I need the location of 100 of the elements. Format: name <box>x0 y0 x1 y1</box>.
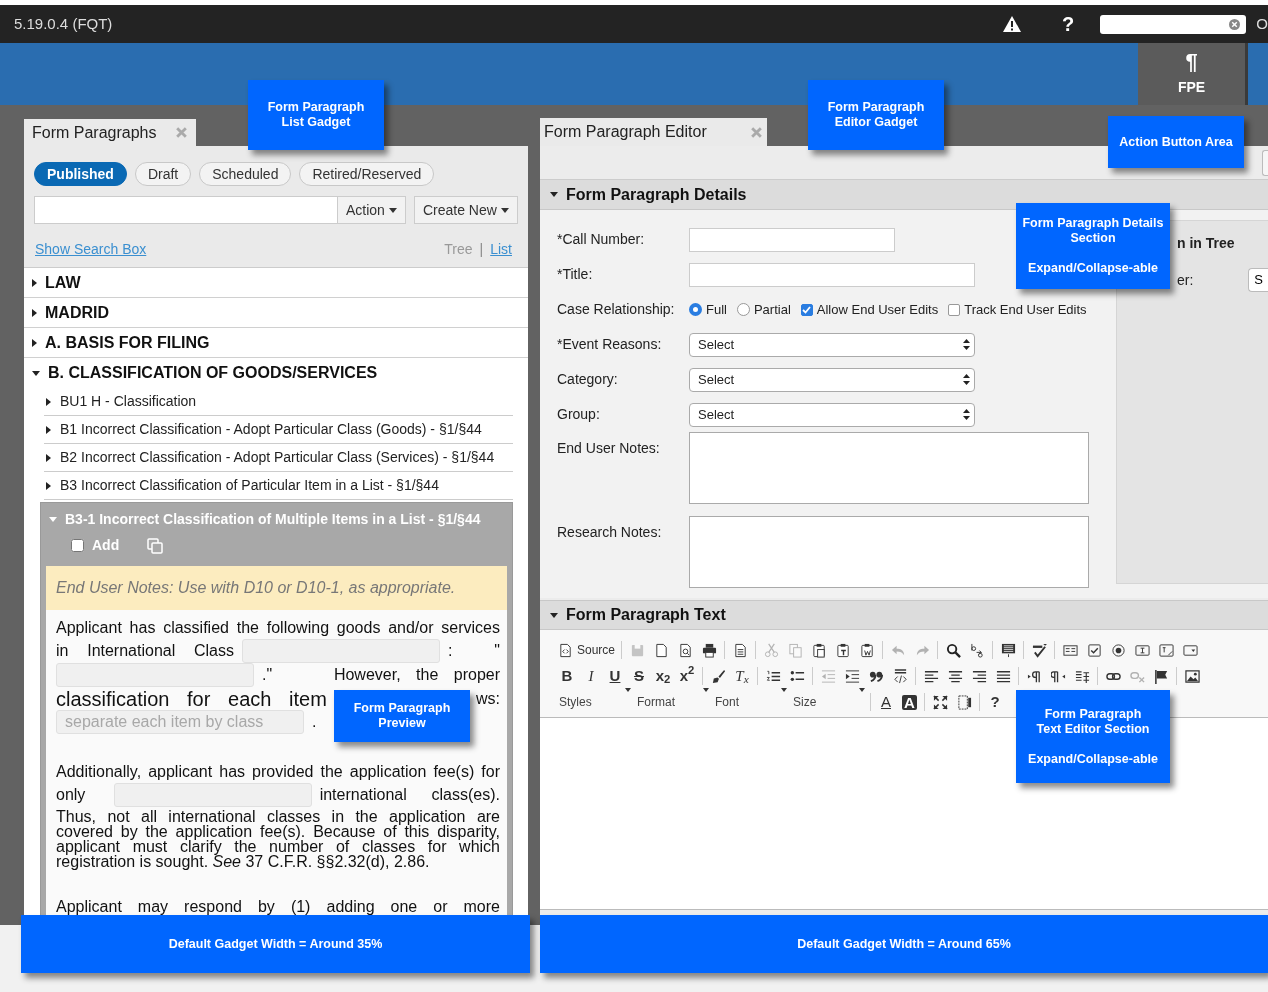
filter-tab[interactable]: Scheduled <box>199 162 292 186</box>
expand-arrow[interactable] <box>32 278 37 287</box>
field-label: *Event Reasons: <box>557 335 663 354</box>
input-field[interactable] <box>689 262 975 287</box>
paragraph-rtl-icon <box>1050 668 1066 684</box>
paragraph-item[interactable]: B3 Incorrect Classification of Particular Item in a List - §1/§44 <box>60 475 439 496</box>
field-label: er: <box>1177 270 1194 290</box>
print-icon <box>701 642 717 658</box>
help-button[interactable]: ? <box>983 691 1007 713</box>
search-field[interactable] <box>34 196 338 224</box>
expand-arrow[interactable] <box>46 425 51 434</box>
gadget-tab[interactable]: Form Paragraph Editor <box>540 118 767 146</box>
category-label[interactable]: MADRID <box>45 300 109 325</box>
toolbar-button[interactable]: T$_{x}$ <box>730 665 754 687</box>
filter-tab[interactable]: Published <box>34 162 127 186</box>
callout-label: Form Paragraph List Gadget <box>248 80 384 150</box>
expand-arrow[interactable] <box>46 453 51 462</box>
category-label[interactable]: B. CLASSIFICATION OF GOODS/SERVICES <box>48 361 378 385</box>
toolbar-button[interactable]: U <box>603 665 627 687</box>
radio-button[interactable] <box>689 303 702 316</box>
format-dropdown[interactable]: Format <box>633 691 711 713</box>
fill-in-field[interactable]: separate each item by class <box>56 710 304 734</box>
callout-label: Action Button Area <box>1108 116 1244 168</box>
input-field[interactable] <box>689 227 895 252</box>
format-dropdown[interactable]: Font <box>711 691 789 713</box>
bulleted-list-icon <box>789 668 805 684</box>
paragraph-item[interactable]: B1 Incorrect Classification - Adopt Particular Class (Goods) - §1/§44 <box>60 419 482 440</box>
category-label[interactable]: A. BASIS FOR FILING <box>45 330 210 355</box>
format-dropdown[interactable]: Styles <box>555 691 633 713</box>
paragraph-text: ." However, the proper <box>262 667 500 683</box>
ribbon-button[interactable]: ¶ FPE <box>1138 43 1248 105</box>
select-field[interactable]: Select <box>689 367 975 392</box>
checkbox[interactable] <box>800 303 813 316</box>
paragraph-text: : " <box>448 643 500 659</box>
field-label: Research Notes: <box>557 523 663 542</box>
radio-button[interactable] <box>736 303 750 316</box>
source-button[interactable]: Source <box>555 639 619 661</box>
updown-icon <box>963 374 970 385</box>
fill-in-field[interactable] <box>113 783 312 807</box>
text-field-icon <box>1134 642 1150 658</box>
save-icon <box>629 642 645 658</box>
section-title: Form Paragraph Details <box>566 184 747 205</box>
side-button[interactable]: S <box>1248 268 1268 292</box>
dropdown-icon <box>1182 642 1198 658</box>
toolbar-button[interactable]: B <box>555 665 579 687</box>
expand-arrow[interactable] <box>46 397 51 406</box>
callout-label: Form Paragraph Preview <box>334 690 470 742</box>
section-header[interactable]: Form Paragraph Details <box>540 180 1268 210</box>
collapse-arrow[interactable] <box>550 192 558 197</box>
fill-in-field[interactable] <box>56 663 254 687</box>
field-label: *Title: <box>557 265 594 284</box>
menu-text[interactable]: O <box>1256 12 1268 36</box>
expand-arrow[interactable] <box>32 308 37 317</box>
collapse-arrow[interactable] <box>550 612 558 618</box>
option-label: Partial <box>753 300 791 319</box>
field-label: Category: <box>557 370 619 389</box>
tab-title: Form Paragraphs <box>32 122 157 143</box>
updown-icon <box>963 409 970 420</box>
format-dropdown[interactable]: Size <box>789 691 867 713</box>
checkbox[interactable] <box>948 303 961 316</box>
expand-arrow[interactable] <box>32 370 40 376</box>
align-right-icon <box>971 668 987 684</box>
fill-in-field[interactable] <box>242 639 440 663</box>
select-field[interactable]: Select <box>689 332 975 357</box>
paragraph-text: Thus, not all international classes in the application are covered by the application fee(s). Because of this disparity, applicant must clarify the number of classes for which registration is sought. See 37 C.F.R. §§2.32(d), 2.86. <box>56 809 500 869</box>
separator-text: | <box>479 240 484 259</box>
gadget-tab[interactable]: Form Paragraphs <box>24 119 196 146</box>
filter-tab[interactable]: Retired/Reserved <box>299 162 435 186</box>
maximize-icon <box>932 694 948 710</box>
paragraph-text: . <box>312 714 317 730</box>
help-button[interactable]: ? <box>1062 9 1075 39</box>
filter-tab[interactable]: Draft <box>134 162 192 186</box>
option-label: Full <box>706 300 727 319</box>
select-field[interactable]: Select <box>689 402 975 427</box>
text-color-button[interactable]: A <box>874 691 898 713</box>
document-icon <box>732 642 748 658</box>
tab-title: Form Paragraph Editor <box>544 122 707 142</box>
toolbar-button[interactable]: x$^{2}$ <box>675 665 699 687</box>
category-label[interactable]: LAW <box>45 270 81 295</box>
field-label: Case Relationship: <box>557 300 676 319</box>
select-all-icon <box>1000 642 1016 658</box>
field-label: Group: <box>557 405 601 424</box>
create-new-dropdown[interactable]: Create New <box>413 196 518 224</box>
section-header[interactable]: Form Paragraph Text <box>540 600 1268 630</box>
search-field[interactable] <box>1100 14 1247 34</box>
background-color-button[interactable]: A <box>902 694 917 710</box>
toolbar-button[interactable]: S <box>627 665 651 687</box>
cut-icon <box>763 642 779 658</box>
warning-icon[interactable] <box>1002 15 1023 33</box>
paste-word-icon <box>859 642 875 658</box>
toolbar-button[interactable]: I <box>579 665 603 687</box>
expand-arrow[interactable] <box>32 338 37 347</box>
action-dropdown[interactable]: Action <box>338 196 406 224</box>
toolbar-button[interactable]: x$_{2}$ <box>651 665 675 687</box>
paragraph-item[interactable]: B2 Incorrect Classification - Adopt Particular Class (Services) - §1/§44 <box>60 447 495 468</box>
clear-icon[interactable] <box>1229 18 1241 30</box>
paragraph-item[interactable]: BU1 H - Classification <box>60 391 197 412</box>
expand-arrow[interactable] <box>46 481 51 490</box>
add-checkbox[interactable] <box>71 539 84 552</box>
div-icon <box>892 668 908 684</box>
